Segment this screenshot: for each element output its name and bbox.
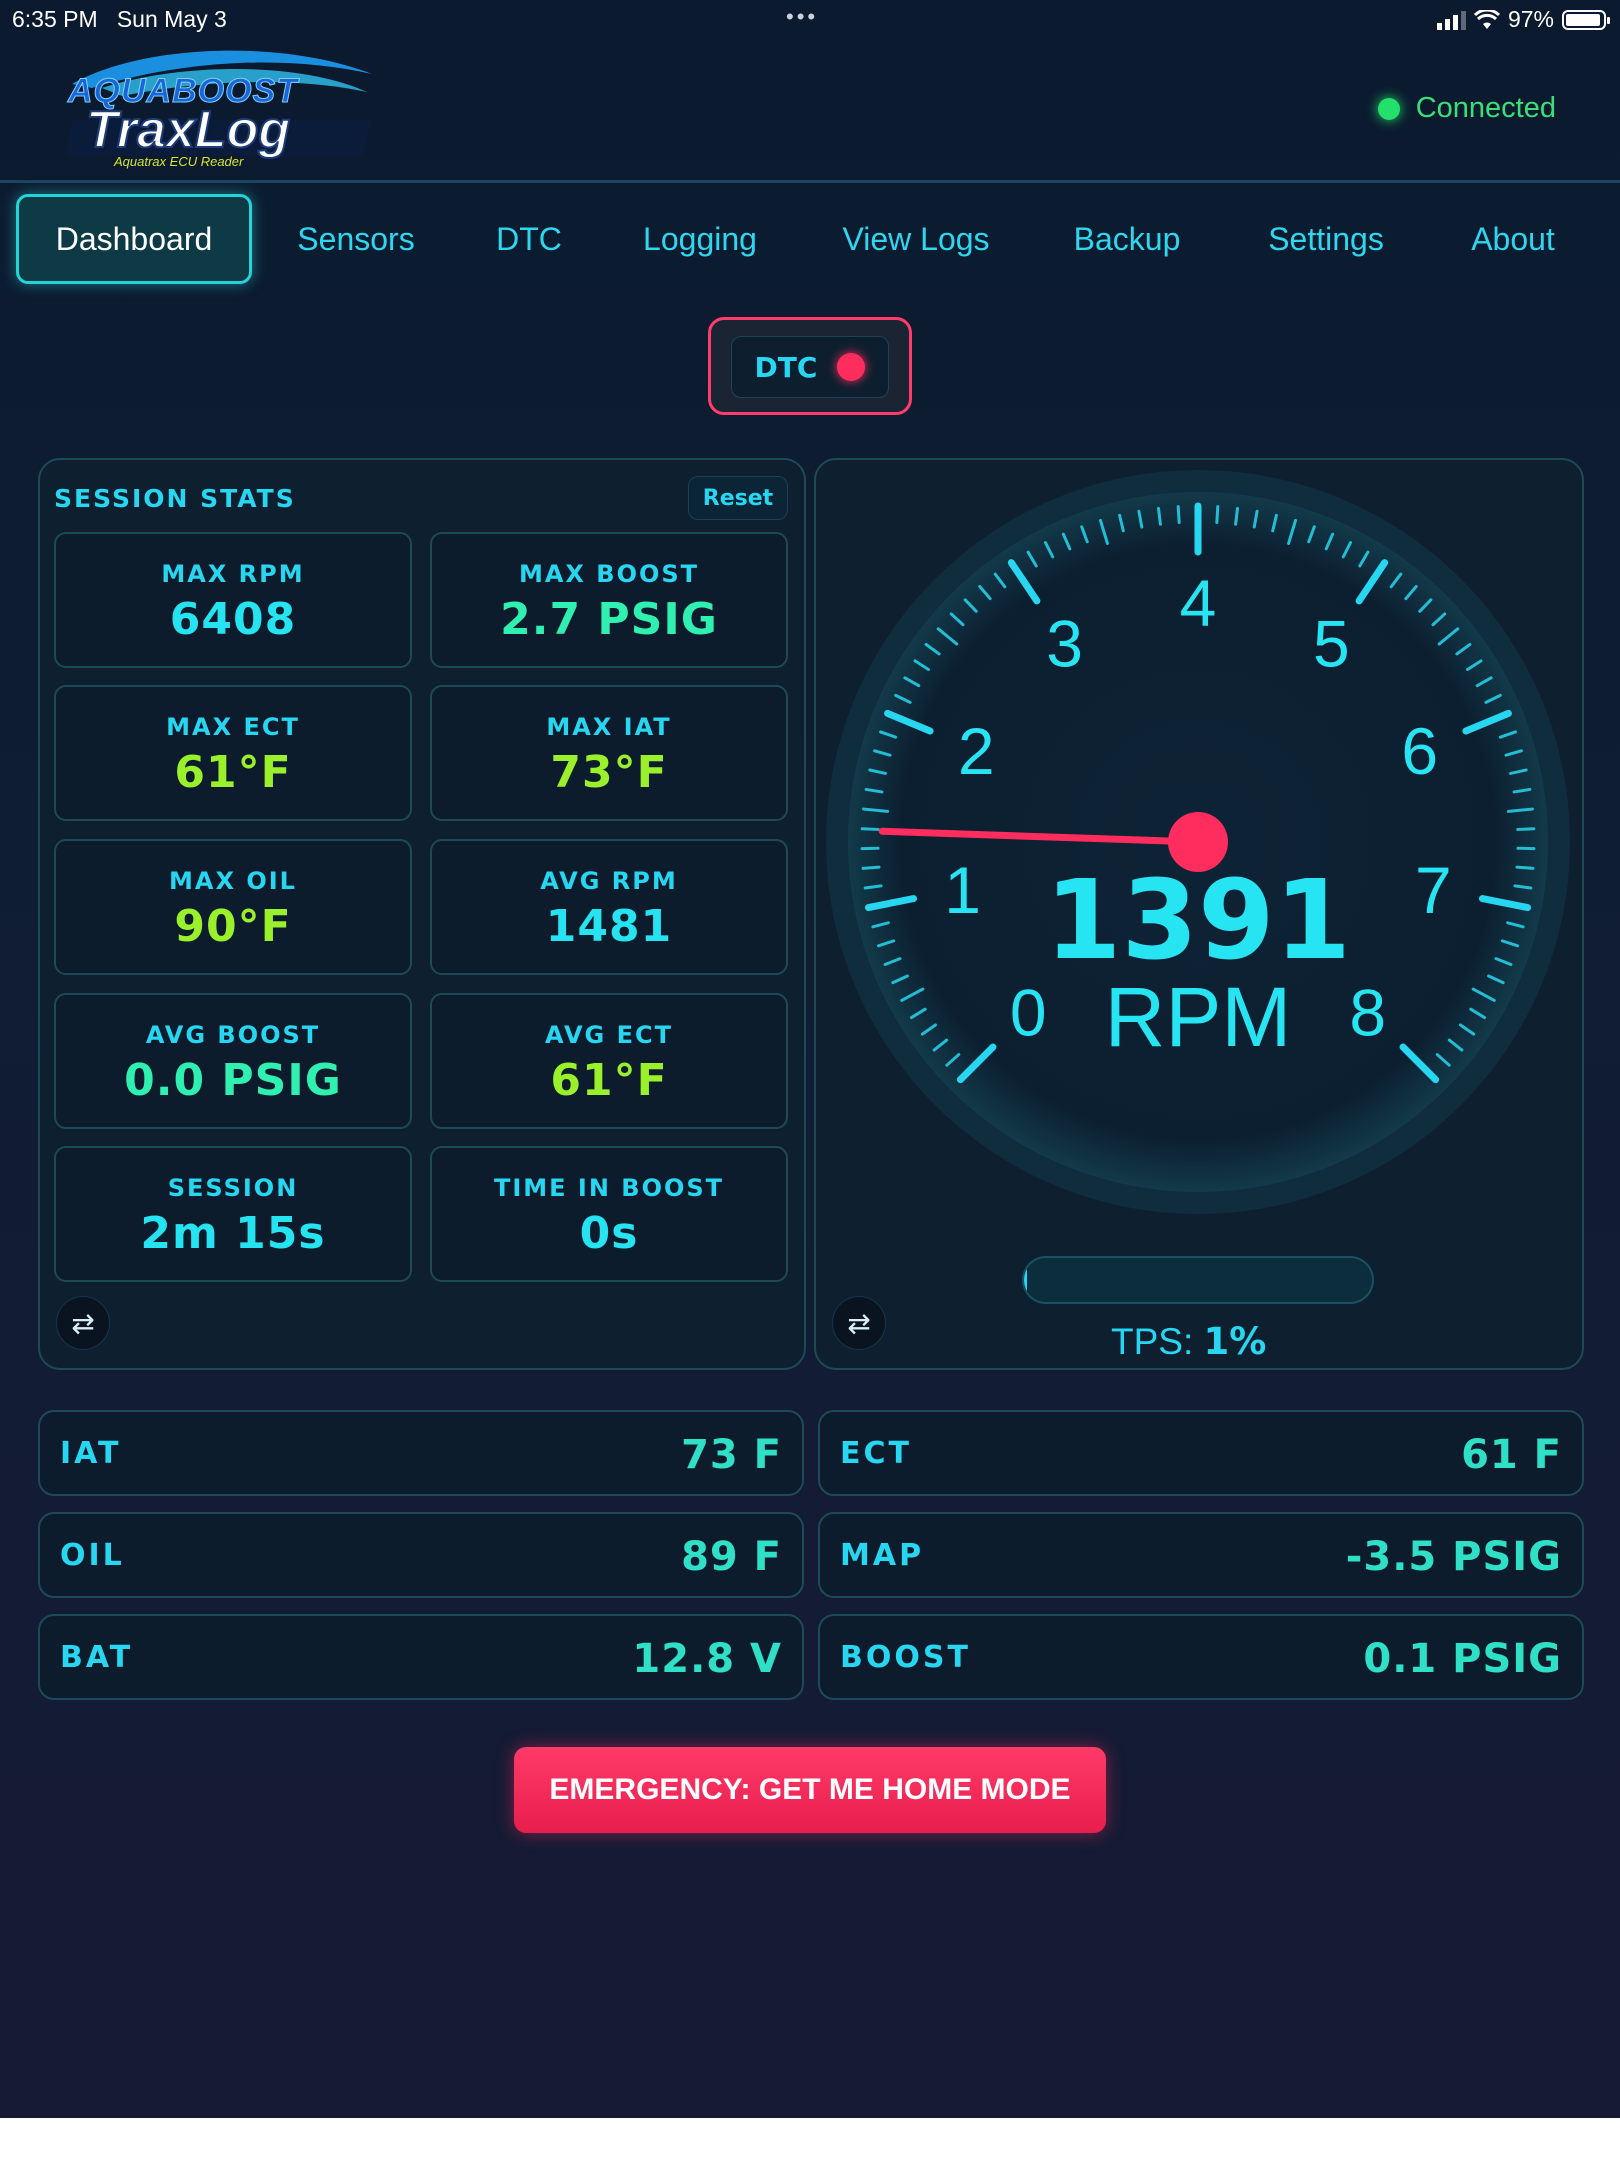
rpm-gauge: 01 23 4 56 78 1391 RPM	[826, 470, 1570, 1214]
tab-about[interactable]: About	[1454, 194, 1572, 284]
tab-sensors[interactable]: Sensors	[280, 194, 432, 284]
swap-gauge-icon[interactable]: ⇄	[832, 1296, 886, 1350]
tab-backup[interactable]: Backup	[1056, 194, 1198, 284]
reset-button[interactable]: Reset	[688, 476, 788, 520]
battery-percent: 97%	[1507, 6, 1554, 32]
stat-card-max-rpm: MAX RPM 6408	[54, 532, 412, 668]
tab-bar: Dashboard Sensors DTC Logging View Logs …	[0, 184, 1620, 294]
sensor-row-oil: OIL 89 F	[38, 1512, 804, 1598]
battery-icon	[1562, 9, 1610, 30]
gauge-scale-label: 7	[1415, 853, 1452, 927]
gauge-scale-label: 0	[1010, 976, 1047, 1050]
gauge-minor-tick	[1157, 506, 1162, 526]
dtc-alert-button[interactable]: DTC	[708, 317, 912, 415]
gauge-minor-tick	[1515, 865, 1535, 870]
multitasking-dots-icon[interactable]: •••	[786, 4, 818, 30]
sensor-row-boost: BOOST 0.1 PSIG	[818, 1614, 1584, 1700]
tab-dtc[interactable]: DTC	[478, 194, 580, 284]
stat-card-avg-boost: AVG BOOST 0.0 PSIG	[54, 993, 412, 1129]
stat-card-time-in-boost: TIME IN BOOST 0s	[430, 1146, 788, 1282]
gauge-minor-tick	[1215, 505, 1220, 525]
bottom-strip	[0, 2118, 1620, 2160]
dtc-alert-led-icon	[837, 353, 866, 381]
tab-settings[interactable]: Settings	[1248, 194, 1404, 284]
gauge-minor-tick	[1234, 506, 1239, 526]
stat-card-max-oil: MAX OIL 90°F	[54, 839, 412, 975]
gauge-scale-label: 8	[1349, 976, 1386, 1050]
sensor-row-bat: BAT 12.8 V	[38, 1614, 804, 1700]
app-logo: AQUABOOST TraxLog Aquatrax ECU Reader	[62, 44, 382, 174]
status-bar: 6:35 PM Sun May 3 ••• 97%	[0, 0, 1620, 40]
header-divider	[0, 180, 1620, 183]
gauge-minor-tick	[1516, 827, 1536, 831]
gauge-scale-label: 6	[1401, 714, 1438, 788]
tab-logging[interactable]: Logging	[622, 194, 778, 284]
wifi-icon	[1473, 9, 1500, 29]
sensor-row-map: MAP -3.5 PSIG	[818, 1512, 1584, 1598]
emergency-get-me-home-button[interactable]: EMERGENCY: GET ME HOME MODE	[514, 1747, 1106, 1833]
tps-readout: TPS: 1%	[1111, 1320, 1267, 1363]
session-stats-title: SESSION STATS	[54, 484, 296, 513]
gauge-minor-tick	[1176, 505, 1181, 525]
status-time: 6:35 PM Sun May 3	[12, 6, 227, 32]
gauge-scale-label: 3	[1046, 606, 1083, 680]
sensor-row-ect: ECT 61 F	[818, 1410, 1584, 1496]
gauge-scale-label: 1	[944, 853, 981, 927]
stat-card-max-ect: MAX ECT 61°F	[54, 685, 412, 821]
rpm-unit: RPM	[1105, 970, 1292, 1064]
signal-icon	[1436, 10, 1466, 30]
tab-dashboard[interactable]: Dashboard	[16, 194, 252, 284]
stat-card-max-iat: MAX IAT 73°F	[430, 685, 788, 821]
sensor-row-iat: IAT 73 F	[38, 1410, 804, 1496]
gauge-scale-label: 5	[1313, 606, 1350, 680]
tps-bar	[1022, 1256, 1374, 1304]
gauge-scale-label: 4	[1180, 566, 1217, 640]
stat-card-avg-rpm: AVG RPM 1481	[430, 839, 788, 975]
stat-card-max-boost: MAX BOOST 2.7 PSIG	[430, 532, 788, 668]
swap-view-icon[interactable]: ⇄	[56, 1296, 110, 1350]
dtc-label: DTC	[754, 350, 818, 384]
stat-card-avg-ect: AVG ECT 61°F	[430, 993, 788, 1129]
gauge-scale-label: 2	[958, 714, 995, 788]
connection-indicator-icon	[1377, 97, 1400, 120]
tab-view-logs[interactable]: View Logs	[826, 194, 1006, 284]
connection-status: Connected	[1377, 92, 1556, 125]
status-indicators: 97%	[1436, 6, 1610, 33]
gauge-minor-tick	[860, 827, 880, 831]
stat-card-session: SESSION 2m 15s	[54, 1146, 412, 1282]
dtc-button-inner: DTC	[731, 336, 889, 398]
gauge-minor-tick	[861, 865, 881, 870]
rpm-readout: 1391	[1045, 856, 1351, 984]
